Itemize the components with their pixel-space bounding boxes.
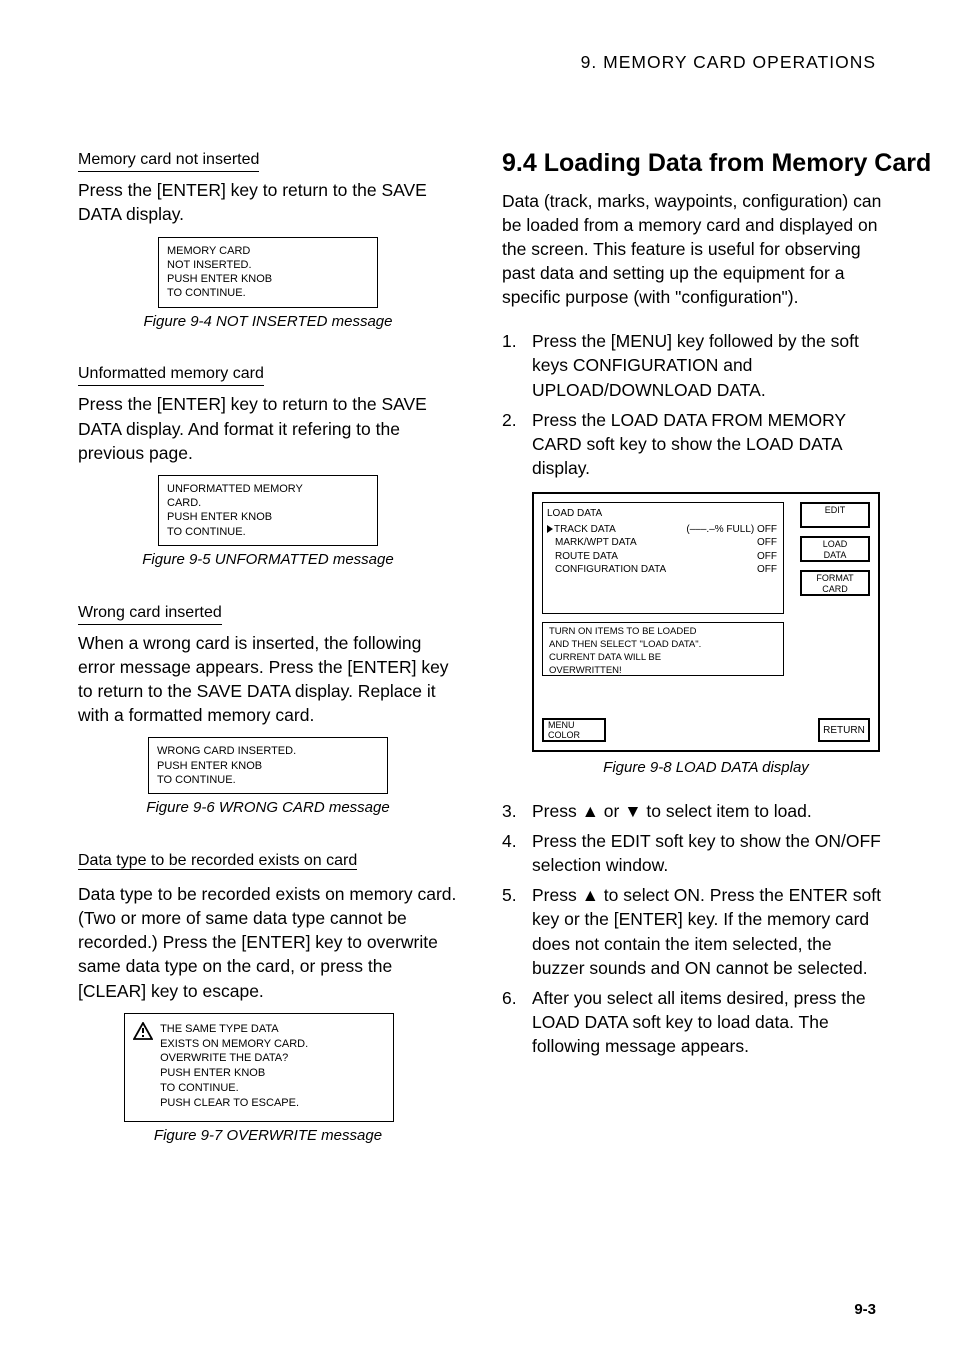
msg-line: TO CONTINUE. bbox=[167, 525, 369, 539]
figure-label-9-8: Figure 9-8 LOAD DATA display bbox=[532, 758, 880, 779]
list-item: 2.Press the LOAD DATA FROM MEMORY CARD s… bbox=[502, 408, 882, 480]
list-item: 4.Press the EDIT soft key to show the ON… bbox=[502, 829, 882, 877]
subheading-not-inserted: Memory card not inserted bbox=[78, 149, 259, 172]
para-not-inserted: Press the [ENTER] key to return to the S… bbox=[78, 178, 458, 226]
msg-line: TO CONTINUE. bbox=[160, 1081, 380, 1096]
msg-line: PUSH ENTER KNOB bbox=[167, 510, 369, 524]
subheading-unformatted: Unformatted memory card bbox=[78, 363, 264, 386]
instr-line: OVERWRITTEN! bbox=[549, 665, 777, 678]
load-title: LOAD DATA bbox=[547, 507, 777, 521]
instr-line: AND THEN SELECT "LOAD DATA". bbox=[549, 639, 777, 652]
load-data-list: LOAD DATA TRACK DATA (–––.–% FULL) OFF M… bbox=[542, 502, 784, 614]
page-header: 9. MEMORY CARD OPERATIONS bbox=[78, 50, 876, 74]
msg-line: PUSH ENTER KNOB bbox=[167, 272, 369, 286]
soft-key-format-card[interactable]: FORMATCARD bbox=[800, 570, 870, 596]
msg-line: UNFORMATTED MEMORY bbox=[167, 482, 369, 496]
soft-key-edit[interactable]: EDIT bbox=[800, 502, 870, 528]
msg-line: THE SAME TYPE DATA bbox=[160, 1022, 380, 1037]
msg-line: OVERWRITE THE DATA? bbox=[160, 1051, 380, 1066]
list-item: 5.Press ▲ to select ON. Press the ENTER … bbox=[502, 883, 882, 980]
msg-line: NOT INSERTED. bbox=[167, 258, 369, 272]
msg-line: TO CONTINUE. bbox=[157, 773, 379, 787]
page-number: 9-3 bbox=[854, 1300, 876, 1321]
list-item: 6.After you select all items desired, pr… bbox=[502, 986, 882, 1058]
msg-line: TO CONTINUE. bbox=[167, 286, 369, 300]
para-exists: Data type to be recorded exists on memor… bbox=[78, 882, 458, 1003]
list-item: 1.Press the [MENU] key followed by the s… bbox=[502, 329, 882, 401]
para-wrong-card: When a wrong card is inserted, the follo… bbox=[78, 631, 458, 728]
msg-box-not-inserted: MEMORY CARD NOT INSERTED. PUSH ENTER KNO… bbox=[158, 237, 378, 308]
msg-box-wrong-card: WRONG CARD INSERTED. PUSH ENTER KNOB TO … bbox=[148, 737, 388, 794]
para-unformatted: Press the [ENTER] key to return to the S… bbox=[78, 392, 458, 464]
msg-line: PUSH CLEAR TO ESCAPE. bbox=[160, 1096, 380, 1111]
list-item: 3.Press ▲ or ▼ to select item to load. bbox=[502, 799, 882, 823]
subheading-wrong-card: Wrong card inserted bbox=[78, 602, 222, 625]
triangle-cursor-icon bbox=[547, 525, 553, 533]
return-button[interactable]: RETURN bbox=[818, 718, 870, 742]
msg-line: PUSH ENTER KNOB bbox=[157, 759, 379, 773]
section-heading-9-4: 9.4 Loading Data from Memory Card bbox=[502, 146, 882, 181]
right-column: 9.4 Loading Data from Memory Card Data (… bbox=[502, 146, 882, 1146]
load-data-display: LOAD DATA TRACK DATA (–––.–% FULL) OFF M… bbox=[532, 492, 880, 752]
intro-para: Data (track, marks, waypoints, configura… bbox=[502, 189, 882, 310]
instr-line: CURRENT DATA WILL BE bbox=[549, 652, 777, 665]
figure-label-9-6: Figure 9-6 WRONG CARD message bbox=[78, 798, 458, 819]
left-column: Memory card not inserted Press the [ENTE… bbox=[78, 146, 458, 1146]
msg-line: MEMORY CARD bbox=[167, 244, 369, 258]
figure-label-9-7: Figure 9-7 OVERWRITE message bbox=[78, 1126, 458, 1147]
list-item: CONFIGURATION DATAOFF bbox=[547, 563, 777, 577]
load-instruction-box: TURN ON ITEMS TO BE LOADED AND THEN SELE… bbox=[542, 622, 784, 676]
figure-label-9-4: Figure 9-4 NOT INSERTED message bbox=[78, 312, 458, 333]
figure-label-9-5: Figure 9-5 UNFORMATTED message bbox=[78, 550, 458, 571]
soft-key-load-data[interactable]: LOADDATA bbox=[800, 536, 870, 562]
msg-line: PUSH ENTER KNOB bbox=[160, 1066, 380, 1081]
msg-line: CARD. bbox=[167, 496, 369, 510]
subheading-exists: Data type to be recorded exists on card bbox=[78, 850, 357, 872]
instr-line: TURN ON ITEMS TO BE LOADED bbox=[549, 626, 777, 639]
list-item: ROUTE DATAOFF bbox=[547, 550, 777, 564]
msg-box-overwrite: THE SAME TYPE DATA EXISTS ON MEMORY CARD… bbox=[124, 1013, 394, 1122]
list-item: MARK/WPT DATAOFF bbox=[547, 536, 777, 550]
list-item: TRACK DATA (–––.–% FULL) OFF bbox=[547, 523, 777, 537]
msg-line: EXISTS ON MEMORY CARD. bbox=[160, 1037, 380, 1052]
warning-icon bbox=[133, 1022, 153, 1040]
msg-box-unformatted: UNFORMATTED MEMORY CARD. PUSH ENTER KNOB… bbox=[158, 475, 378, 546]
menu-color-button[interactable]: MENUCOLOR bbox=[542, 718, 606, 742]
msg-line: WRONG CARD INSERTED. bbox=[157, 744, 379, 758]
